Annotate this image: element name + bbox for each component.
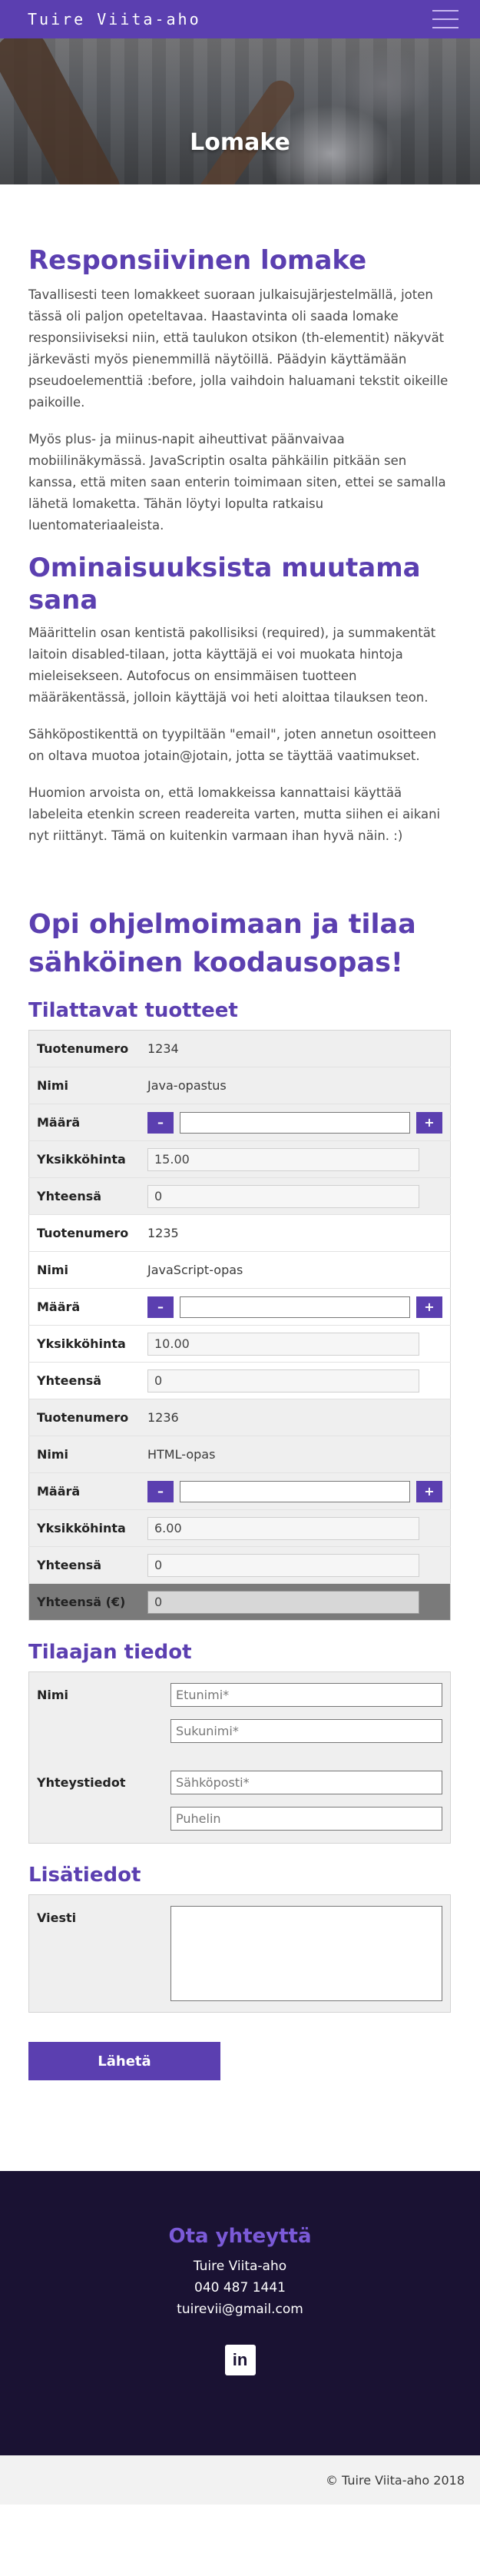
name-label: Nimi [28,1067,140,1104]
top-navbar: Tuire Viita-aho [0,0,480,38]
features-paragraph: Määrittelin osan kentistä pakollisiksi (… [28,626,436,705]
id-label: Tuotenumero [28,1030,140,1067]
order-form: Opi ohjelmoimaan ja tilaa sähköinen kood… [28,905,452,2080]
features-paragraph: Sähköpostikenttä on tyypiltään "email", … [28,727,437,763]
products-heading: Tilattavat tuotteet [28,999,238,1022]
product-unit-row: Yksikköhinta 6.00 [28,1509,451,1547]
contact-heading: Ota yhteyttä [168,2225,312,2248]
qty-label: Määrä [28,1472,140,1510]
quantity-input[interactable] [180,1296,410,1318]
product-name: Java-opastus [140,1067,451,1104]
product-qty-row: Määrä – + [28,1472,451,1510]
firstname-input[interactable]: Etunimi* [170,1683,442,1707]
intro-heading: Responsiivinen lomake [28,245,367,276]
submit-button[interactable]: Lähetä [28,2042,220,2080]
site-brand[interactable]: Tuire Viita-aho [28,10,201,28]
features-paragraph: Huomion arvoista on, että lomakkeissa ka… [28,785,441,843]
minus-button[interactable]: – [147,1480,174,1502]
quantity-input[interactable] [180,1480,410,1502]
message-textarea[interactable] [170,1906,442,2001]
unit-price-field: 10.00 [147,1332,419,1356]
linkedin-icon[interactable]: in [224,2345,256,2375]
product-id-row: Tuotenumero 1235 [28,1214,451,1252]
hamburger-menu-icon[interactable] [432,10,458,28]
plus-button[interactable]: + [416,1296,442,1318]
sum-label: Yhteensä [28,1177,140,1215]
message-label: Viesti [37,1910,77,1925]
extra-box: Viesti [28,1894,451,2013]
customer-heading: Tilaajan tiedot [28,1641,192,1664]
name-label: Nimi [37,1688,69,1702]
sum-label: Yhteensä [28,1362,140,1399]
minus-button[interactable]: – [147,1111,174,1134]
product-id-row: Tuotenumero 1236 [28,1399,451,1436]
contact-label: Yhteystiedot [37,1775,126,1790]
footer-email[interactable]: tuirevii@gmail.com [0,2299,480,2320]
unit-price-field: 6.00 [147,1516,419,1540]
product-unit-row: Yksikköhinta 15.00 [28,1140,451,1178]
products-table: Tuotenumero 1234 Nimi Java-opastus Määrä –… [28,1030,451,1621]
product-qty-row: Määrä – + [28,1104,451,1141]
unit-label: Yksikköhinta [28,1509,140,1547]
grand-total-field: 0 [147,1590,419,1614]
product-name: JavaScript-opas [140,1251,451,1289]
intro-section: Responsiivinen lomake Tavallisesti teen … [28,244,452,536]
product-unit-row: Yksikköhinta 10.00 [28,1325,451,1363]
unit-price-field: 15.00 [147,1147,419,1171]
sum-field: 0 [147,1553,419,1577]
product-qty-row: Määrä – + [28,1288,451,1326]
plus-button[interactable]: + [416,1111,442,1134]
intro-paragraph: Myös plus- ja miinus-napit aiheuttivat p… [28,432,446,533]
customer-box: Nimi Etunimi* Sukunimi* Yhteystiedot Säh… [28,1671,451,1844]
product-sum-row: Yhteensä 0 [28,1546,451,1584]
product-name-row: Nimi Java-opastus [28,1067,451,1104]
unit-label: Yksikköhinta [28,1325,140,1363]
footer-name: Tuire Viita-aho [193,2259,287,2274]
plus-button[interactable]: + [416,1480,442,1502]
product-id: 1235 [140,1214,451,1252]
email-input[interactable]: Sähköposti* [170,1771,442,1794]
features-section: Ominaisuuksista muutama sana Määrittelin… [28,552,452,847]
qty-label: Määrä [28,1104,140,1141]
id-label: Tuotenumero [28,1399,140,1436]
hero-banner: Lomake [0,38,480,184]
product-name: HTML-opas [140,1436,451,1473]
minus-button[interactable]: – [147,1296,174,1318]
product-name-row: Nimi JavaScript-opas [28,1251,451,1289]
product-id: 1236 [140,1399,451,1436]
product-id-row: Tuotenumero 1234 [28,1030,451,1067]
form-heading: Opi ohjelmoimaan ja tilaa sähköinen kood… [28,909,416,978]
name-label: Nimi [28,1436,140,1473]
phone-input[interactable]: Puhelin [170,1807,442,1831]
copyright-text: © Tuire Viita-aho 2018 [325,2472,465,2488]
name-label: Nimi [28,1251,140,1289]
id-label: Tuotenumero [28,1214,140,1252]
unit-label: Yksikköhinta [28,1140,140,1178]
qty-label: Määrä [28,1288,140,1326]
sum-field: 0 [147,1184,419,1208]
product-sum-row: Yhteensä 0 [28,1362,451,1399]
intro-paragraph: Tavallisesti teen lomakkeet suoraan julk… [28,287,449,410]
sum-field: 0 [147,1369,419,1393]
quantity-input[interactable] [180,1111,410,1134]
footer-phone: 040 487 1441 [194,2280,286,2295]
grand-total-label: Yhteensä (€) [28,1583,140,1621]
sum-label: Yhteensä [28,1546,140,1584]
extra-heading: Lisätiedot [28,1864,141,1887]
product-sum-row: Yhteensä 0 [28,1177,451,1215]
grand-total-row: Yhteensä (€) 0 [28,1583,451,1621]
hero-title: Lomake [190,129,290,156]
copyright-bar: © Tuire Viita-aho 2018 [0,2455,480,2505]
product-name-row: Nimi HTML-opas [28,1436,451,1473]
lastname-input[interactable]: Sukunimi* [170,1719,442,1743]
features-heading: Ominaisuuksista muutama sana [28,553,421,616]
product-id: 1234 [140,1030,451,1067]
footer: Ota yhteyttä Tuire Viita-aho 040 487 144… [0,2171,480,2455]
